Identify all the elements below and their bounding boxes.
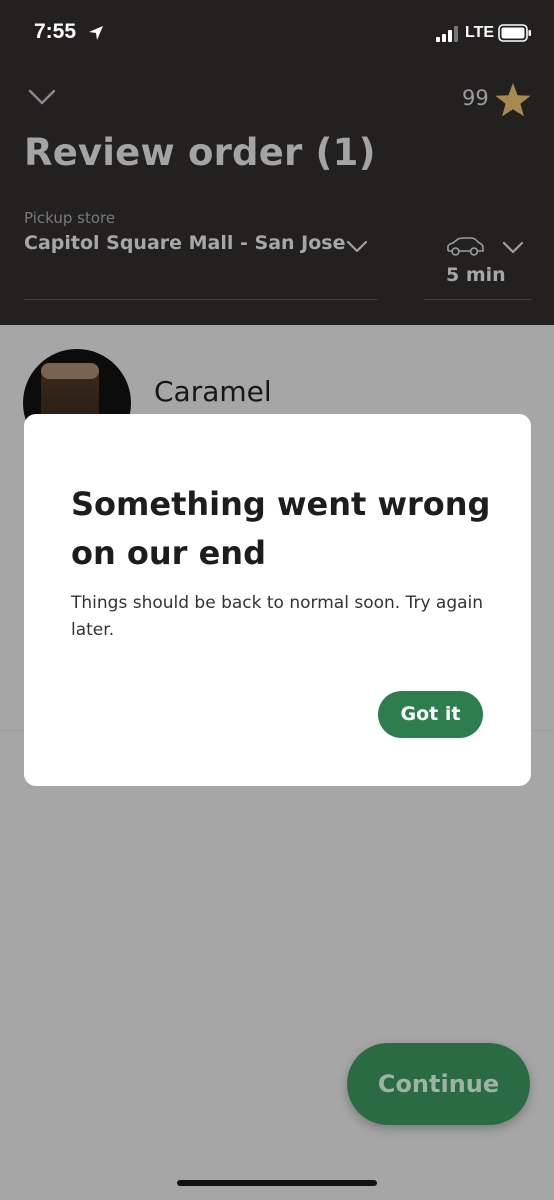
status-time: 7:55: [34, 20, 77, 43]
pickup-method-chevron-down-icon[interactable]: [502, 241, 524, 255]
page-title: Review order (1): [24, 131, 376, 174]
signal-strength-icon: [436, 26, 458, 42]
pickup-store-label: Pickup store: [24, 209, 116, 227]
drink-foam-image: [41, 363, 99, 379]
battery-icon: [498, 24, 531, 42]
pickup-store-name[interactable]: Capitol Square Mall - San Jose: [24, 232, 345, 254]
item-name[interactable]: Caramel: [154, 375, 272, 408]
home-indicator[interactable]: [177, 1180, 377, 1186]
car-icon[interactable]: [445, 236, 485, 258]
continue-button[interactable]: Continue: [347, 1043, 530, 1125]
error-modal: Something went wrong on our end Things s…: [24, 414, 531, 786]
network-type: LTE: [465, 24, 495, 41]
location-arrow-icon: [89, 26, 103, 40]
stars-count: 99: [462, 86, 489, 110]
store-divider: [24, 299, 378, 300]
eta-divider: [424, 299, 532, 300]
status-bar: 7:55 LTE: [0, 0, 554, 70]
modal-title: Something went wrong on our end: [71, 485, 491, 572]
got-it-button[interactable]: Got it: [378, 691, 483, 738]
store-chevron-down-icon[interactable]: [346, 240, 368, 254]
pickup-eta: 5 min: [446, 264, 506, 286]
order-header: 7:55 LTE 99 Review order (1) Pickup stor…: [0, 0, 554, 325]
star-icon[interactable]: [494, 82, 532, 118]
collapse-chevron-icon[interactable]: [28, 88, 56, 106]
modal-message: Things should be back to normal soon. Tr…: [71, 593, 484, 640]
